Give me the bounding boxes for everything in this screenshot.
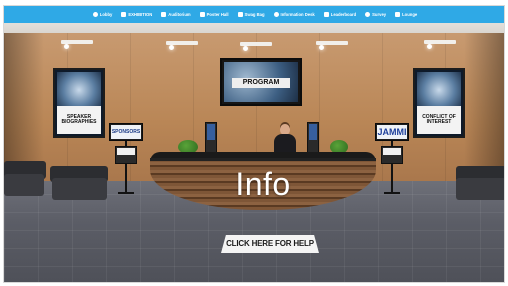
speaker-biographies-poster[interactable]: SPEAKER BIOGRAPHIES — [53, 68, 105, 138]
nav-lounge[interactable]: Lounge — [395, 12, 417, 17]
jammi-sign[interactable]: JAMMI — [375, 123, 409, 141]
spotlight-icon — [424, 40, 456, 49]
auditorium-icon — [161, 12, 167, 17]
spotlight-icon — [61, 40, 93, 49]
poster-artwork — [417, 72, 461, 109]
spotlight-icon — [316, 41, 348, 50]
virtual-lobby-frame: Lobby EXHIBITION Auditorium Poster Hall … — [3, 5, 505, 283]
kiosk-screen — [309, 124, 317, 141]
nav-lobby[interactable]: Lobby — [92, 12, 113, 17]
nav-auditorium[interactable]: Auditorium — [161, 12, 191, 17]
brochure-rack — [381, 146, 403, 164]
poster-icon — [199, 12, 205, 17]
spotlight-icon — [240, 42, 272, 51]
lounge-chair — [456, 178, 504, 200]
nav-leaderboard[interactable]: Leaderboard — [323, 12, 357, 17]
lounge-chair — [52, 178, 107, 200]
nav-swag-bag[interactable]: Swag Bag — [237, 12, 265, 17]
nav-survey-label: Survey — [372, 12, 387, 17]
sponsors-sign[interactable]: SPONSORS — [109, 123, 143, 141]
nav-swag-bag-label: Swag Bag — [244, 12, 265, 17]
top-navigation-bar: Lobby EXHIBITION Auditorium Poster Hall … — [4, 6, 504, 23]
help-button[interactable]: CLICK HERE FOR HELP — [221, 235, 319, 253]
spotlight-icon — [166, 41, 198, 50]
brochure-display — [117, 148, 135, 156]
nav-information-desk-label: Information Desk — [280, 12, 315, 17]
info-icon — [273, 12, 279, 17]
nav-exhibition[interactable]: EXHIBITION — [121, 12, 152, 17]
lounge-chair — [4, 174, 44, 196]
nav-poster-hall[interactable]: Poster Hall — [199, 12, 229, 17]
nav-leaderboard-label: Leaderboard — [330, 12, 357, 17]
nav-information-desk[interactable]: Information Desk — [273, 12, 315, 17]
wall-shadow-right — [464, 33, 504, 183]
nav-lobby-label: Lobby — [99, 12, 113, 17]
leaderboard-icon — [323, 12, 329, 17]
conflict-of-interest-poster[interactable]: CONFLICT OF INTEREST — [413, 68, 465, 138]
lounge-icon — [395, 12, 401, 17]
program-label: PROGRAM — [232, 78, 290, 88]
info-desk-label: Info — [235, 166, 291, 202]
exhibit-icon — [121, 12, 127, 17]
brochure-rack — [115, 146, 137, 164]
nav-auditorium-label: Auditorium — [168, 12, 191, 17]
jammi-sign-label: JAMMI — [377, 125, 407, 139]
brochure-display — [383, 148, 401, 156]
survey-icon — [365, 12, 371, 17]
conflict-of-interest-label: CONFLICT OF INTEREST — [417, 106, 461, 134]
speaker-biographies-label: SPEAKER BIOGRAPHIES — [57, 106, 101, 134]
bag-icon — [237, 12, 243, 17]
nav-survey[interactable]: Survey — [365, 12, 386, 17]
kiosk-screen — [207, 124, 215, 141]
program-screen[interactable]: PROGRAM — [220, 58, 302, 106]
nav-exhibition-label: EXHIBITION — [128, 12, 153, 17]
sign-base — [118, 192, 134, 194]
nav-poster-hall-label: Poster Hall — [206, 12, 229, 17]
sign-base — [384, 192, 400, 194]
poster-artwork — [57, 72, 101, 109]
sponsors-sign-label: SPONSORS — [111, 125, 141, 139]
home-icon — [92, 12, 98, 17]
nav-lounge-label: Lounge — [402, 12, 418, 17]
